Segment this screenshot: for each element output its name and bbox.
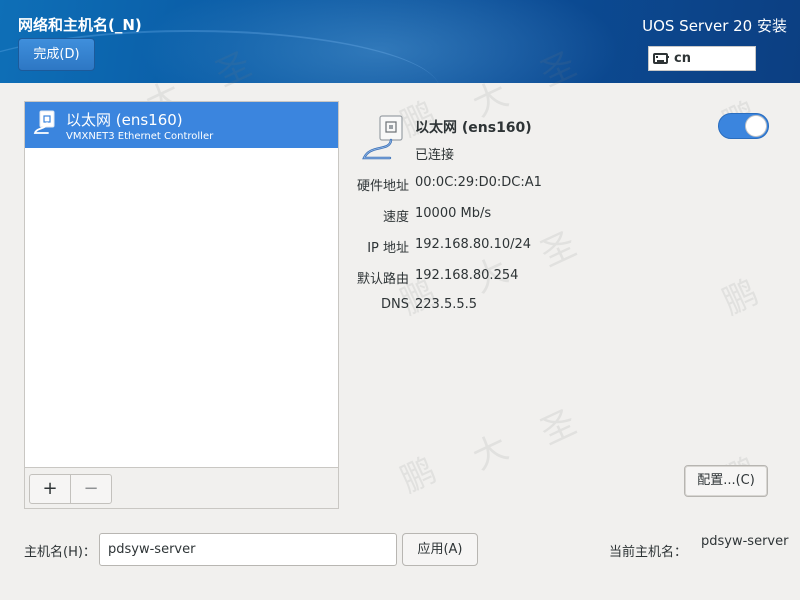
device-description: VMXNET3 Ethernet Controller [66,131,214,142]
toggle-knob [745,115,767,137]
hostname-input[interactable] [99,533,397,566]
ip-address-label: IP 地址 [367,241,409,256]
watermark-char: 圣 [534,224,583,275]
keyboard-layout-indicator[interactable]: cn [648,46,756,71]
device-name: 以太网 (ens160) [66,111,183,129]
dns-label: DNS [381,297,409,312]
device-list-item-ens160[interactable]: 以太网 (ens160) VMXNET3 Ethernet Controller [25,102,338,148]
add-device-button[interactable]: + [29,474,71,504]
dns-value: 223.5.5.5 [415,297,478,312]
speed-label: 速度 [382,210,409,225]
watermark-char: 鹏 [716,272,765,323]
default-route-value: 192.168.80.254 [415,268,519,283]
watermark-char: 鹏 [394,450,443,501]
keyboard-layout-label: cn [674,51,691,66]
ethernet-icon [33,110,55,134]
current-hostname-value: pdsyw-server [701,534,789,549]
hardware-address-label: 硬件地址 [356,179,409,194]
page-title: 网络和主机名(_N) [18,16,142,34]
connection-status: 已连接 [415,148,455,163]
keyboard-icon [653,53,669,64]
ip-address-value: 192.168.80.10/24 [415,237,532,252]
connection-name: 以太网 (ens160) [415,120,532,136]
remove-device-button[interactable]: − [70,474,112,504]
current-hostname-label: 当前主机名： [609,545,688,560]
header-bar: 网络和主机名(_N) 完成(D) UOS Server 20 安装 cn [0,0,800,83]
apply-button[interactable]: 应用(A) [402,533,478,566]
device-list-toolbar: + − [25,467,338,508]
hardware-address-value: 00:0C:29:D0:DC:A1 [415,175,542,190]
speed-value: 10000 Mb/s [415,206,492,221]
configure-button[interactable]: 配置...(C) [684,465,768,497]
watermark-char: 圣 [534,402,583,453]
installer-title: UOS Server 20 安装 [642,17,787,35]
default-route-label: 默认路由 [356,272,409,287]
connection-toggle-switch[interactable] [718,113,769,139]
done-button[interactable]: 完成(D) [18,38,95,71]
watermark-char: 大 [466,427,515,478]
ethernet-icon [362,115,403,160]
hostname-label: 主机名(H)： [24,545,96,560]
